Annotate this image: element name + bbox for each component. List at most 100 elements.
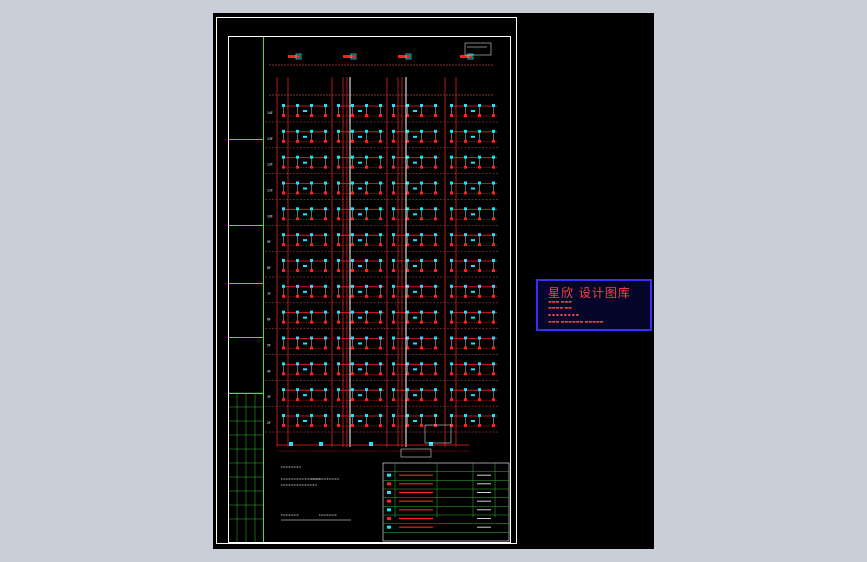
valve-device <box>478 243 481 247</box>
meter-device <box>413 420 417 422</box>
valve-device <box>296 320 299 324</box>
valve-device <box>310 294 313 298</box>
valve-device <box>282 320 285 324</box>
valve-device <box>351 372 354 376</box>
valve-device <box>379 294 382 298</box>
valve-device <box>351 320 354 324</box>
valve-device <box>365 269 368 272</box>
fixture-device <box>464 414 467 417</box>
cad-viewport[interactable]: 14F 13F 12F 11F 10F 9F 8F 7F 6F 5F 4F 3F 2F 星欣 设计图库 … <box>213 13 654 549</box>
meter-device <box>471 368 475 371</box>
meter-device <box>303 213 307 216</box>
fixture-device <box>310 155 313 159</box>
valve-device <box>324 269 327 272</box>
meter-device <box>303 265 307 267</box>
fixture-device <box>310 129 313 133</box>
valve-device <box>282 424 285 427</box>
meter-device <box>413 394 417 397</box>
fixture-device <box>420 259 423 262</box>
fixture-device <box>450 181 453 185</box>
valve-device <box>492 165 495 169</box>
watermark-line: ▬▬▬ ▬▬▬ <box>548 299 572 304</box>
fixture-device <box>310 181 313 185</box>
valve-device <box>492 243 495 247</box>
fixture-device <box>392 388 395 392</box>
valve-device <box>492 320 495 324</box>
watermark-logo: 星欣 设计图库 ▬▬▬ ▬▬▬ ▬▬▬▬ ▬▬ ▪ ▪ ▪ ▪ ▪ ▪ ▪ ▪ … <box>536 279 652 331</box>
meter-device <box>358 394 362 397</box>
fixture-device <box>392 233 395 237</box>
fixture-device <box>296 336 299 340</box>
fixture-device <box>296 233 299 237</box>
fixture-device <box>351 336 354 340</box>
valve-device <box>379 243 382 247</box>
bottom-device <box>369 442 373 446</box>
fixture-device <box>420 362 423 366</box>
fixture-device <box>420 284 423 288</box>
valve-device <box>337 165 340 169</box>
fixture-device <box>434 181 437 185</box>
fixture-device <box>392 129 395 133</box>
valve-device <box>351 269 354 272</box>
fixture-device <box>392 181 395 185</box>
valve-device <box>450 114 453 117</box>
fixture-device <box>379 336 382 340</box>
valve-device <box>296 346 299 350</box>
fixture-device <box>296 362 299 366</box>
fixture-device <box>434 207 437 211</box>
watermark-line: ▬▬▬ ▬▬▬▬▬▬ ▬▬▬▬▬ <box>548 319 604 324</box>
fixture-device <box>392 414 395 417</box>
fixture-device <box>478 284 481 288</box>
valve-device <box>478 294 481 298</box>
valve-device <box>492 398 495 402</box>
meter-device <box>303 135 307 138</box>
valve-device <box>282 139 285 143</box>
valve-device <box>337 294 340 298</box>
fixture-device <box>464 155 467 159</box>
valve-device <box>337 372 340 376</box>
valve-device <box>365 114 368 117</box>
fixture-device <box>492 181 495 185</box>
meter-device <box>358 342 362 345</box>
valve-device <box>324 243 327 247</box>
fixture-device <box>310 336 313 340</box>
fixture-device <box>492 259 495 262</box>
fixture-device <box>365 414 368 417</box>
fixture-device <box>310 233 313 237</box>
valve-device <box>450 398 453 402</box>
valve-device <box>296 217 299 221</box>
valve-device <box>392 372 395 376</box>
valve-device <box>296 114 299 117</box>
fixture-device <box>337 388 340 392</box>
valve-device <box>324 398 327 402</box>
fixture-device <box>324 414 327 417</box>
valve-device <box>296 165 299 169</box>
valve-device <box>434 269 437 272</box>
fixture-device <box>365 129 368 133</box>
fixture-device <box>434 155 437 159</box>
valve-device <box>392 269 395 272</box>
valve-device <box>296 398 299 402</box>
valve-device <box>492 424 495 427</box>
fixture-device <box>478 362 481 366</box>
fixture-device <box>420 233 423 237</box>
valve-device <box>379 217 382 221</box>
fixture-device <box>337 259 340 262</box>
bottom-device <box>289 442 293 446</box>
fixture-device <box>379 362 382 366</box>
top-equipment-box <box>464 42 492 56</box>
valve-device <box>464 139 467 143</box>
valve-device <box>392 217 395 221</box>
fixture-device <box>492 284 495 288</box>
fixture-device <box>351 207 354 211</box>
fixture-device <box>434 284 437 288</box>
valve-device <box>392 243 395 247</box>
fixture-device <box>365 207 368 211</box>
floor-label: 7F <box>267 292 271 296</box>
fixture-device <box>310 414 313 417</box>
fixture-device <box>282 104 285 107</box>
fixture-device <box>282 414 285 417</box>
fixture-device <box>296 129 299 133</box>
valve-device <box>282 372 285 376</box>
valve-device <box>492 346 495 350</box>
